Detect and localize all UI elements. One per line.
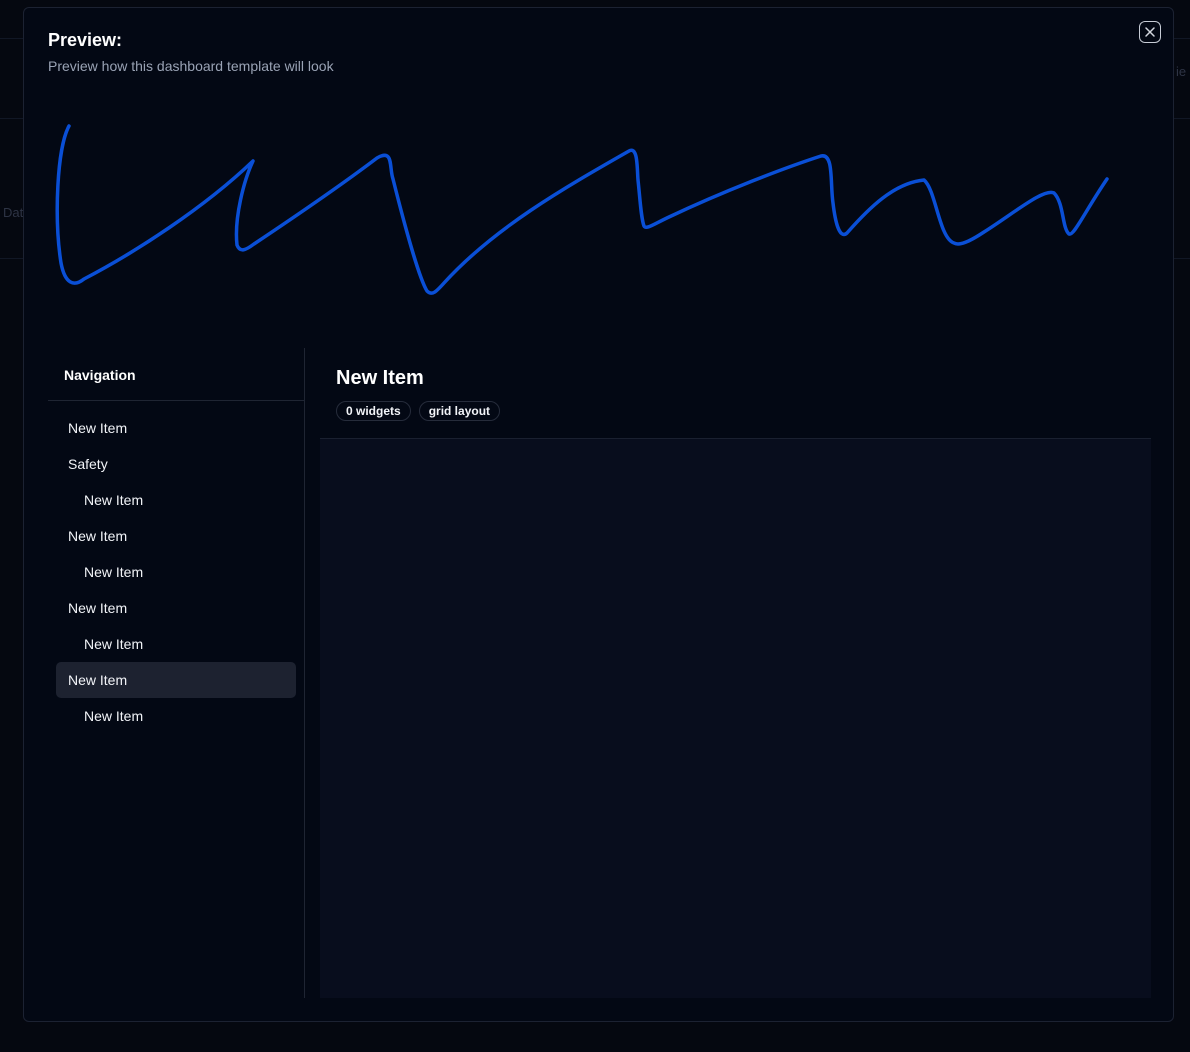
close-x-icon (1145, 27, 1155, 37)
nav-item-active[interactable]: New Item (56, 662, 296, 698)
background-text-fragment: ie (1176, 64, 1187, 79)
preview-content: New Item 0 widgets grid layout (320, 348, 1151, 998)
nav-subitem[interactable]: New Item (56, 554, 296, 590)
close-button[interactable] (1139, 21, 1161, 43)
sidebar-title: Navigation (64, 367, 136, 383)
widget-canvas[interactable] (320, 439, 1151, 998)
content-title: New Item (336, 367, 424, 389)
navigation-sidebar: Navigation New Item Safety New Item New … (48, 348, 305, 998)
preview-modal: Preview: Preview how this dashboard temp… (23, 7, 1174, 1022)
background-text-fragment: Dat (3, 205, 24, 220)
nav-item[interactable]: New Item (56, 590, 296, 626)
nav-list: New Item Safety New Item New Item New It… (56, 410, 296, 734)
modal-subtitle: Preview how this dashboard template will… (48, 58, 334, 74)
nav-item[interactable]: New Item (56, 518, 296, 554)
widgets-count-badge: 0 widgets (336, 401, 411, 421)
nav-subitem[interactable]: New Item (56, 482, 296, 518)
nav-subitem[interactable]: New Item (56, 698, 296, 734)
nav-subitem[interactable]: New Item (56, 626, 296, 662)
modal-title: Preview: (48, 30, 123, 50)
nav-item-safety[interactable]: Safety (56, 446, 296, 482)
layout-type-badge: grid layout (418, 401, 501, 421)
badge-row: 0 widgets grid layout (336, 401, 501, 421)
nav-item[interactable]: New Item (56, 410, 296, 446)
sidebar-header: Navigation (48, 348, 304, 401)
scribble-drawing (55, 124, 1109, 295)
